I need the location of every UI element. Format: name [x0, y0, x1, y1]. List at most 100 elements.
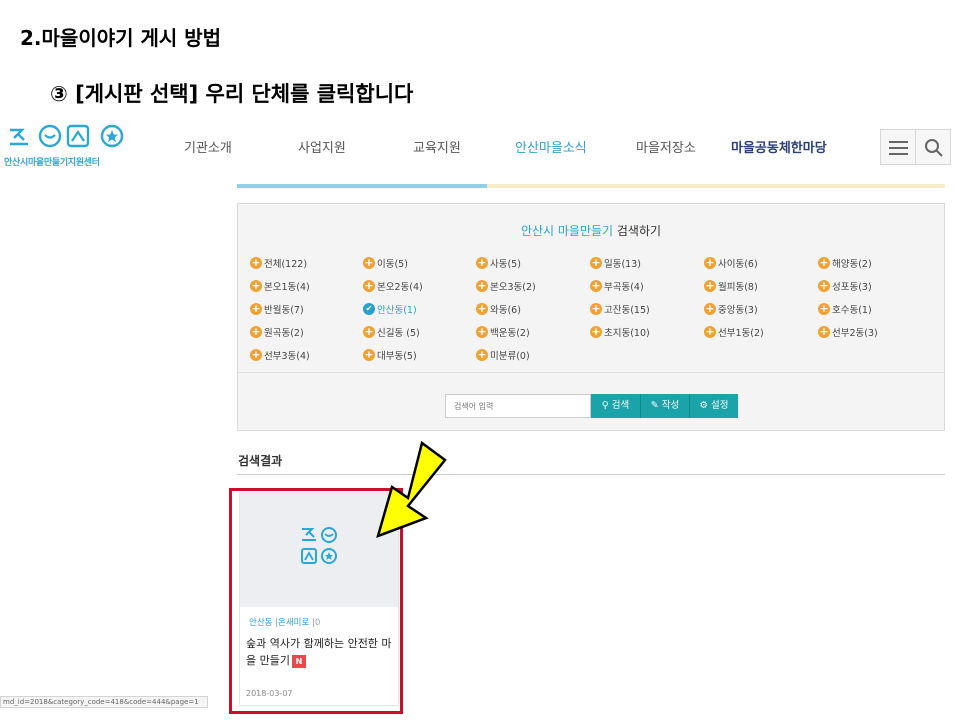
plus-icon: +	[818, 279, 830, 292]
category-item[interactable]: + 선부3동(4)	[250, 348, 310, 362]
category-item[interactable]: + 호수동(1)	[818, 302, 872, 316]
nav-item-business[interactable]: 사업지원	[298, 137, 346, 156]
category-item[interactable]: + 중앙동(3)	[704, 302, 758, 316]
category-label: 초지동(10)	[604, 328, 650, 339]
plus-icon: +	[250, 279, 262, 292]
category-label: 안산동(1)	[377, 305, 417, 316]
slide-subtitle: ③ [게시판 선택] 우리 단체를 클릭합니다	[50, 82, 414, 106]
category-item[interactable]: + 미분류(0)	[476, 348, 530, 362]
category-label: 일동(13)	[604, 259, 641, 270]
category-item[interactable]: + 본오3동(2)	[476, 279, 536, 293]
search-input[interactable]	[445, 394, 591, 418]
plus-icon: +	[363, 256, 375, 269]
category-label: 호수동(1)	[832, 305, 872, 316]
plus-icon: +	[818, 325, 830, 338]
settings-button[interactable]: ⚙ 설정	[689, 394, 738, 418]
category-label: 대부동(5)	[377, 351, 417, 362]
category-label: 원곡동(2)	[264, 328, 304, 339]
panel-title-rest: 검색하기	[613, 224, 662, 238]
plus-icon: +	[704, 302, 716, 315]
panel-title-highlight: 안산시 마을만들기	[520, 224, 614, 238]
category-item[interactable]: + 본오1동(4)	[250, 279, 310, 293]
plus-icon: +	[250, 302, 262, 315]
sub-tab-active	[237, 184, 487, 188]
nav-item-archive[interactable]: 마을저장소	[636, 137, 696, 156]
category-item[interactable]: + 전체(122)	[250, 256, 307, 270]
category-label: 본오1동(4)	[264, 282, 310, 293]
nav-item-festival[interactable]: 마을공동체한마당	[731, 137, 827, 156]
category-label: 전체(122)	[264, 259, 308, 270]
write-button[interactable]: ✎ 작성	[640, 394, 689, 418]
main-nav: 기관소개 사업지원 교육지원 안산마을소식 마을저장소 마을공동체한마당	[0, 137, 880, 159]
search-button[interactable]: ⚲ 검색	[591, 394, 640, 418]
category-item[interactable]: + 사동(5)	[476, 256, 521, 270]
category-item[interactable]: + 반월동(7)	[250, 302, 304, 316]
category-label: 신길동 (5)	[377, 328, 420, 339]
plus-icon: +	[590, 256, 602, 269]
write-button-label: 작성	[661, 400, 680, 411]
category-label: 중앙동(3)	[718, 305, 758, 316]
plus-icon: +	[590, 302, 602, 315]
hamburger-icon	[889, 141, 908, 155]
plus-icon: +	[363, 279, 375, 292]
nav-item-education[interactable]: 교육지원	[413, 137, 461, 156]
category-item[interactable]: + 이동(5)	[363, 256, 408, 270]
plus-icon: +	[476, 325, 488, 338]
category-item[interactable]: + 월피동(8)	[704, 279, 758, 293]
category-item[interactable]: + 백운동(2)	[476, 325, 530, 339]
plus-icon: +	[704, 279, 716, 292]
category-label: 반월동(7)	[264, 305, 304, 316]
category-item[interactable]: + 일동(13)	[590, 256, 641, 270]
category-label: 해양동(2)	[832, 259, 872, 270]
plus-icon: +	[250, 348, 262, 361]
category-label: 성포동(3)	[832, 282, 872, 293]
search-icon	[925, 139, 943, 157]
pencil-icon: ✎	[650, 400, 659, 411]
category-item[interactable]: ✔ 안산동(1)	[363, 302, 417, 316]
settings-button-label: 설정	[711, 400, 729, 411]
category-item[interactable]: + 부곡동(4)	[590, 279, 644, 293]
category-item[interactable]: + 본오2동(4)	[363, 279, 423, 293]
category-item[interactable]: + 와동(6)	[476, 302, 521, 316]
sub-tab-bar	[237, 184, 945, 188]
category-item[interactable]: + 선부2동(3)	[818, 325, 878, 339]
plus-icon: +	[250, 256, 262, 269]
plus-icon: +	[476, 302, 488, 315]
category-item[interactable]: + 원곡동(2)	[250, 325, 304, 339]
category-item[interactable]: + 대부동(5)	[363, 348, 417, 362]
slide-title: 2.마을이야기 게시 방법	[20, 26, 222, 50]
check-icon: ✔	[363, 303, 375, 315]
category-label: 부곡동(4)	[604, 282, 644, 293]
header-search-button[interactable]	[915, 129, 951, 165]
results-divider	[237, 474, 945, 475]
category-label: 본오2동(4)	[377, 282, 423, 293]
category-item[interactable]: + 고잔동(15)	[590, 302, 650, 316]
plus-icon: +	[476, 279, 488, 292]
category-label: 선부1동(2)	[718, 328, 764, 339]
panel-title: 안산시 마을만들기 검색하기	[238, 222, 944, 239]
search-button-label: 검색	[611, 400, 630, 411]
plus-icon: +	[363, 325, 375, 338]
menu-button[interactable]	[880, 129, 916, 165]
category-label: 선부2동(3)	[832, 328, 878, 339]
category-label: 월피동(8)	[718, 282, 758, 293]
plus-icon: +	[818, 302, 830, 315]
nav-item-about[interactable]: 기관소개	[184, 137, 232, 156]
category-label: 와동(6)	[490, 305, 521, 316]
category-item[interactable]: + 성포동(3)	[818, 279, 872, 293]
category-label: 고잔동(15)	[604, 305, 650, 316]
category-item[interactable]: + 신길동 (5)	[363, 325, 420, 339]
category-label: 사이동(6)	[718, 259, 758, 270]
plus-icon: +	[476, 256, 488, 269]
panel-divider	[238, 372, 944, 373]
category-item[interactable]: + 해양동(2)	[818, 256, 872, 270]
category-label: 사동(5)	[490, 259, 521, 270]
category-item[interactable]: + 초지동(10)	[590, 325, 650, 339]
category-label: 본오3동(2)	[490, 282, 536, 293]
plus-icon: +	[818, 256, 830, 269]
category-item[interactable]: + 선부1동(2)	[704, 325, 764, 339]
gear-icon: ⚙	[699, 400, 708, 411]
pointer-arrow-icon	[376, 440, 447, 539]
category-item[interactable]: + 사이동(6)	[704, 256, 758, 270]
nav-item-village-news[interactable]: 안산마을소식	[515, 137, 587, 156]
